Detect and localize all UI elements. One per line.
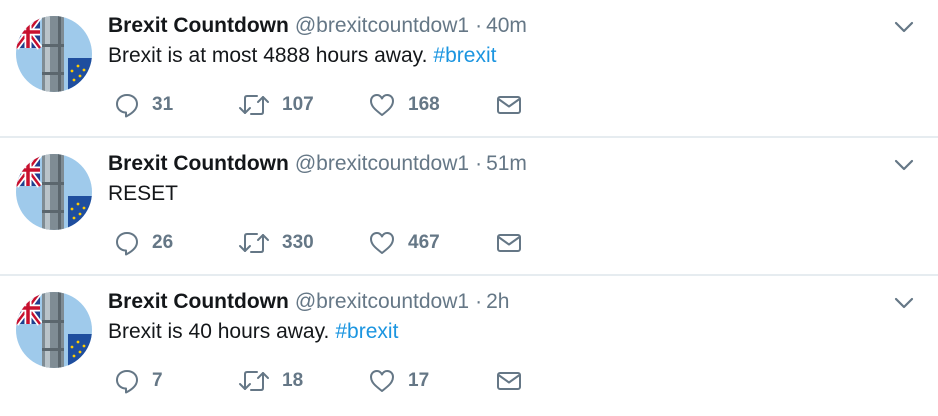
like-count: 17 bbox=[408, 370, 430, 391]
reply-count: 26 bbox=[152, 232, 174, 253]
tweet-header: Brexit Countdown @brexitcountdow1 · 51m bbox=[108, 150, 527, 178]
tweet-body: Brexit is 40 hours away. bbox=[108, 320, 330, 343]
like-count: 467 bbox=[408, 232, 440, 253]
display-name[interactable]: Brexit Countdown bbox=[108, 290, 289, 313]
hashtag-link[interactable]: #brexit bbox=[433, 44, 496, 67]
heart-icon bbox=[368, 230, 396, 256]
action-bar: 31 107 168 bbox=[108, 90, 538, 120]
avatar[interactable] bbox=[16, 154, 92, 230]
tweet[interactable]: Brexit Countdown @brexitcountdow1 · 51m RES… bbox=[0, 138, 938, 276]
tweet[interactable]: Brexit Countdown @brexitcountdow1 · 40m Bre… bbox=[0, 0, 938, 138]
action-bar: 7 18 17 bbox=[108, 366, 538, 396]
chevron-down-icon[interactable] bbox=[893, 156, 915, 174]
reply-count: 31 bbox=[152, 94, 174, 115]
direct-message-button[interactable] bbox=[496, 90, 522, 120]
user-handle[interactable]: @brexitcountdow1 bbox=[295, 290, 469, 313]
timestamp[interactable]: 2h bbox=[486, 290, 509, 313]
display-name[interactable]: Brexit Countdown bbox=[108, 14, 289, 37]
retweet-button[interactable]: 18 bbox=[238, 366, 303, 396]
hashtag-link[interactable]: #brexit bbox=[335, 320, 398, 343]
retweet-count: 330 bbox=[282, 232, 314, 253]
chevron-down-icon[interactable] bbox=[893, 294, 915, 312]
tweet-text: RESET bbox=[108, 180, 178, 208]
speech-bubble-icon bbox=[114, 92, 140, 118]
tweet[interactable]: Brexit Countdown @brexitcountdow1 · 2h Brex… bbox=[0, 276, 938, 414]
timestamp[interactable]: 51m bbox=[486, 152, 527, 175]
retweet-button[interactable]: 107 bbox=[238, 90, 314, 120]
retweet-count: 107 bbox=[282, 94, 314, 115]
reply-button[interactable]: 7 bbox=[114, 366, 163, 396]
reply-button[interactable]: 31 bbox=[114, 90, 173, 120]
separator-dot: · bbox=[475, 14, 483, 37]
chevron-down-icon[interactable] bbox=[893, 18, 915, 36]
display-name[interactable]: Brexit Countdown bbox=[108, 152, 289, 175]
reply-button[interactable]: 26 bbox=[114, 228, 173, 258]
retweet-arrows-icon bbox=[238, 230, 270, 256]
like-count: 168 bbox=[408, 94, 440, 115]
reply-count: 7 bbox=[152, 370, 163, 391]
like-button[interactable]: 168 bbox=[368, 90, 440, 120]
timestamp[interactable]: 40m bbox=[486, 14, 527, 37]
tweet-text: Brexit is at most 4888 hours away. #brexi… bbox=[108, 42, 496, 70]
like-button[interactable]: 467 bbox=[368, 228, 440, 258]
tweet-body: RESET bbox=[108, 182, 179, 205]
envelope-icon bbox=[496, 369, 522, 393]
envelope-icon bbox=[496, 231, 522, 255]
timeline: Brexit Countdown @brexitcountdow1 · 40m Bre… bbox=[0, 0, 938, 414]
user-handle[interactable]: @brexitcountdow1 bbox=[295, 14, 469, 37]
tweet-header: Brexit Countdown @brexitcountdow1 · 40m bbox=[108, 12, 527, 40]
user-handle[interactable]: @brexitcountdow1 bbox=[295, 152, 469, 175]
avatar[interactable] bbox=[16, 16, 92, 92]
heart-icon bbox=[368, 368, 396, 394]
retweet-arrows-icon bbox=[238, 92, 270, 118]
tweet-header: Brexit Countdown @brexitcountdow1 · 2h bbox=[108, 288, 509, 316]
direct-message-button[interactable] bbox=[496, 366, 522, 396]
retweet-arrows-icon bbox=[238, 368, 270, 394]
separator-dot: · bbox=[475, 290, 483, 313]
tweet-body: Brexit is at most 4888 hours away. bbox=[108, 44, 428, 67]
retweet-count: 18 bbox=[282, 370, 304, 391]
speech-bubble-icon bbox=[114, 230, 140, 256]
action-bar: 26 330 467 bbox=[108, 228, 538, 258]
envelope-icon bbox=[496, 93, 522, 117]
retweet-button[interactable]: 330 bbox=[238, 228, 314, 258]
like-button[interactable]: 17 bbox=[368, 366, 429, 396]
separator-dot: · bbox=[475, 152, 483, 175]
speech-bubble-icon bbox=[114, 368, 140, 394]
direct-message-button[interactable] bbox=[496, 228, 522, 258]
avatar[interactable] bbox=[16, 292, 92, 368]
heart-icon bbox=[368, 92, 396, 118]
tweet-text: Brexit is 40 hours away. #brexit bbox=[108, 318, 398, 346]
